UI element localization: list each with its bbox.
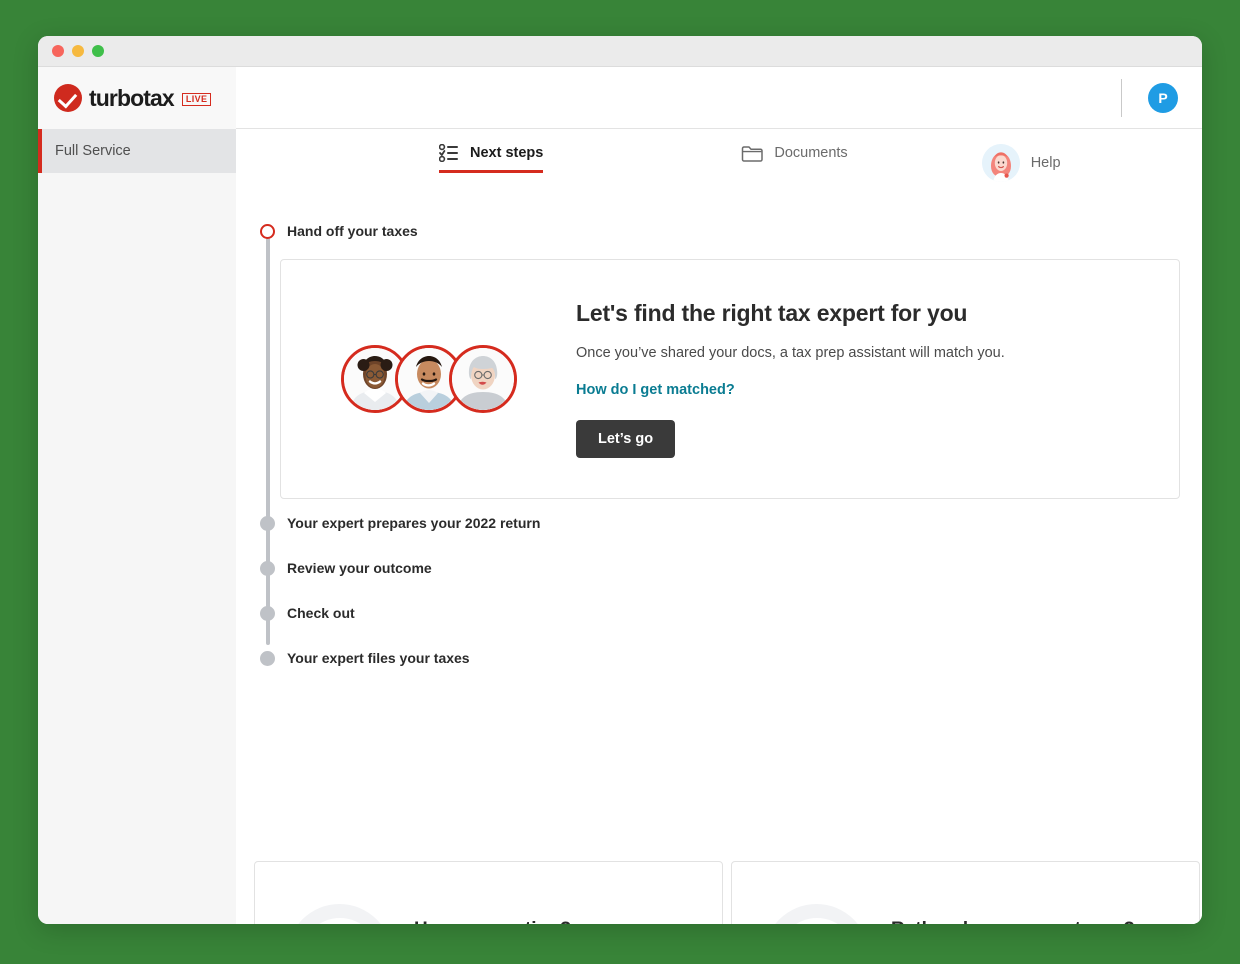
- timeline-step-review-outcome: Review your outcome: [260, 558, 1202, 578]
- content-area: P Next steps Documents Help Hand off you…: [236, 67, 1202, 924]
- timeline-rail: [266, 231, 270, 645]
- timeline-step-hand-off: Hand off your taxes: [260, 221, 1202, 241]
- how-do-i-get-matched-link[interactable]: How do I get matched?: [576, 382, 735, 398]
- timeline-dot: [260, 515, 275, 531]
- top-bar: P: [236, 67, 1202, 129]
- checklist-icon: [439, 144, 459, 162]
- topbar-divider: [1121, 78, 1122, 117]
- timeline-dot-current: [260, 223, 275, 239]
- expert-match-card: Let's find the right tax expert for you …: [280, 259, 1180, 499]
- maximize-window-button[interactable]: [92, 45, 104, 57]
- window-titlebar: [38, 36, 1202, 67]
- timeline-step-expert-prepares: Your expert prepares your 2022 return: [260, 513, 1202, 533]
- progress-timeline: Hand off your taxes Let's find the right…: [260, 221, 1202, 668]
- bottom-card-row: Have a question? Get help: [254, 861, 1200, 924]
- timeline-step-label: Review your outcome: [287, 560, 432, 576]
- browser-window: turbotax LIVE Full Service P Next steps …: [38, 36, 1202, 924]
- tab-help[interactable]: Help: [981, 144, 1061, 193]
- tab-documents[interactable]: Documents: [741, 144, 848, 173]
- brand-live-badge: LIVE: [181, 93, 212, 106]
- tab-label: Next steps: [470, 145, 544, 161]
- agent-avatar-icon: [981, 144, 1020, 182]
- person-walking-icon: [764, 904, 869, 924]
- three-expert-avatars-icon: [281, 260, 576, 498]
- turbotax-logo[interactable]: turbotax LIVE: [38, 67, 236, 129]
- brand-wordmark: turbotax: [89, 84, 175, 111]
- timeline-dot: [260, 650, 275, 666]
- tab-label: Documents: [774, 145, 848, 161]
- timeline-step-label: Check out: [287, 605, 355, 621]
- timeline-dot: [260, 605, 275, 621]
- card-title: Rather do your own taxes?: [891, 919, 1135, 925]
- main-area: Hand off your taxes Let's find the right…: [236, 193, 1202, 924]
- tab-bar: Next steps Documents Help: [236, 129, 1202, 193]
- checkmark-circle-icon: [54, 84, 82, 112]
- lets-go-button[interactable]: Let’s go: [576, 420, 676, 458]
- timeline-step-expert-files: Your expert files your taxes: [260, 648, 1202, 668]
- expert-match-text: Let's find the right tax expert for you …: [576, 300, 1025, 458]
- sidebar: turbotax LIVE Full Service: [38, 67, 236, 924]
- timeline-step-check-out: Check out: [260, 603, 1202, 623]
- rather-do-your-own-taxes-content: Rather do your own taxes? Leave Full Ser…: [891, 919, 1135, 925]
- rather-do-your-own-taxes-card: Rather do your own taxes? Leave Full Ser…: [731, 861, 1200, 924]
- folder-icon: [741, 144, 764, 162]
- timeline-step-label: Your expert files your taxes: [287, 650, 470, 666]
- timeline-dot: [260, 560, 275, 576]
- minimize-window-button[interactable]: [72, 45, 84, 57]
- tab-next-steps[interactable]: Next steps: [439, 144, 544, 173]
- have-a-question-content: Have a question? Get help: [414, 919, 571, 925]
- expert-avatar-3: [448, 345, 517, 413]
- card-title: Have a question?: [414, 919, 571, 925]
- hero-subtitle: Once you’ve shared your docs, a tax prep…: [576, 345, 1005, 361]
- have-a-question-card: Have a question? Get help: [254, 861, 723, 924]
- sidebar-item-label: Full Service: [55, 143, 131, 159]
- hero-title: Let's find the right tax expert for you: [576, 300, 968, 326]
- question-mark-circle-icon: [287, 904, 392, 924]
- sidebar-item-full-service[interactable]: Full Service: [38, 129, 236, 173]
- timeline-step-label: Your expert prepares your 2022 return: [287, 515, 541, 531]
- app-root: turbotax LIVE Full Service P Next steps …: [38, 67, 1202, 924]
- user-avatar[interactable]: P: [1148, 82, 1178, 113]
- tab-label: Help: [1030, 155, 1061, 171]
- timeline-step-label: Hand off your taxes: [287, 223, 418, 239]
- close-window-button[interactable]: [52, 45, 64, 57]
